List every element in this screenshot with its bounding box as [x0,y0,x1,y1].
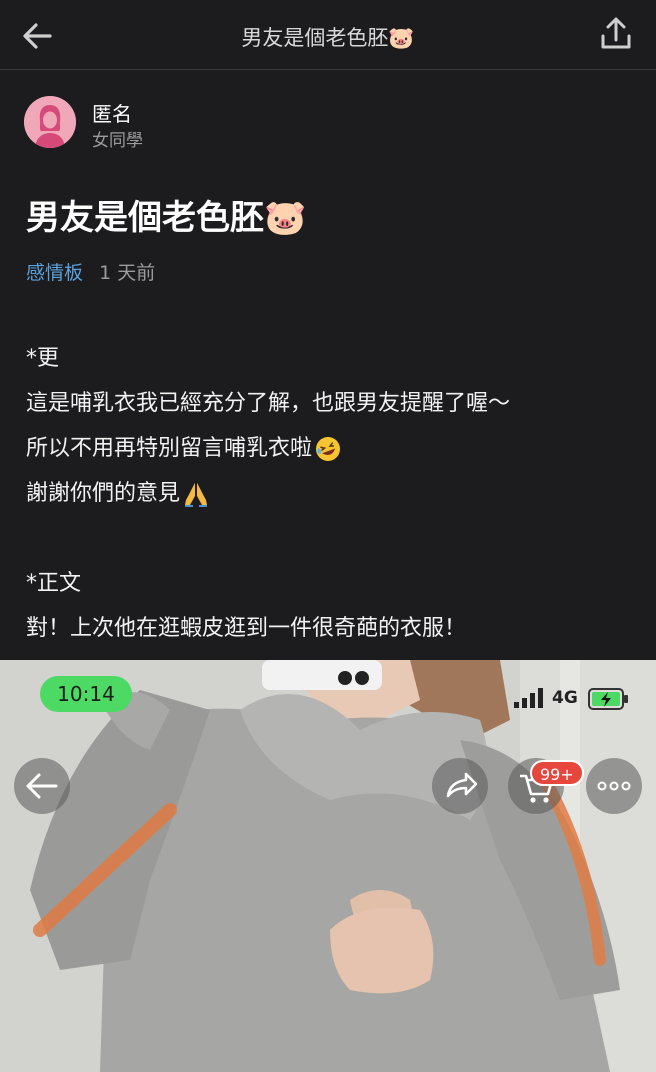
app-share-button[interactable] [432,758,488,814]
arrow-left-icon [26,773,58,799]
arrow-left-icon [23,23,52,49]
body-line: 謝謝你們的意見 [26,481,181,506]
back-button[interactable] [18,16,58,56]
body-line-with-emoji: 謝謝你們的意見 [26,471,636,516]
hoodie-photo-illustration [0,660,656,1072]
author-school: 女同學 [92,131,143,151]
body-line [26,516,636,561]
network-type: 4G [552,688,578,708]
body-line: *正文 [26,571,82,596]
board-link[interactable]: 感情板 [26,262,83,284]
share-arrow-icon [446,772,478,798]
body-line: *更 [26,346,60,371]
author-block[interactable]: 匿名 女同學 [24,96,624,152]
female-avatar-icon [24,96,76,148]
share-button[interactable] [596,14,636,54]
body-line: 對！上次他在逛蝦皮逛到一件很奇葩的衣服！ [26,616,467,641]
body-line-with-emoji: 所以不用再特別留言哺乳衣啦 [26,426,636,471]
share-upload-icon [601,17,631,49]
post-time: 1 天前 [99,262,156,284]
more-dots-icon [597,781,631,791]
post-meta: 感情板 1 天前 [26,258,155,285]
body-line: 所以不用再特別留言哺乳衣啦 [26,436,313,461]
status-bar-time: 10:14 [40,676,132,712]
top-nav-bar: 男友是個老色胚🐷 [0,0,656,70]
post-body: *更 這是哺乳衣我已經充分了解，也跟男友提醒了喔～ 所以不用再特別留言哺乳衣啦 … [26,336,636,651]
body-line: 這是哺乳衣我已經充分了解，也跟男友提醒了喔～ [26,391,511,416]
folded-hands-emoji-icon [185,483,208,507]
rofl-emoji-icon [316,437,341,461]
cart-count-badge: 99+ [530,760,584,786]
author-name: 匿名 [92,102,132,126]
author-avatar[interactable] [24,96,76,148]
signal-bars-icon [514,688,543,708]
post-image[interactable]: 10:14 4G 99+ [0,660,656,1072]
post-title: 男友是個老色胚🐷 [26,198,307,238]
nav-title: 男友是個老色胚🐷 [241,26,415,50]
app-back-button[interactable] [14,758,70,814]
battery-charging-icon [588,688,628,710]
app-more-button[interactable] [586,758,642,814]
